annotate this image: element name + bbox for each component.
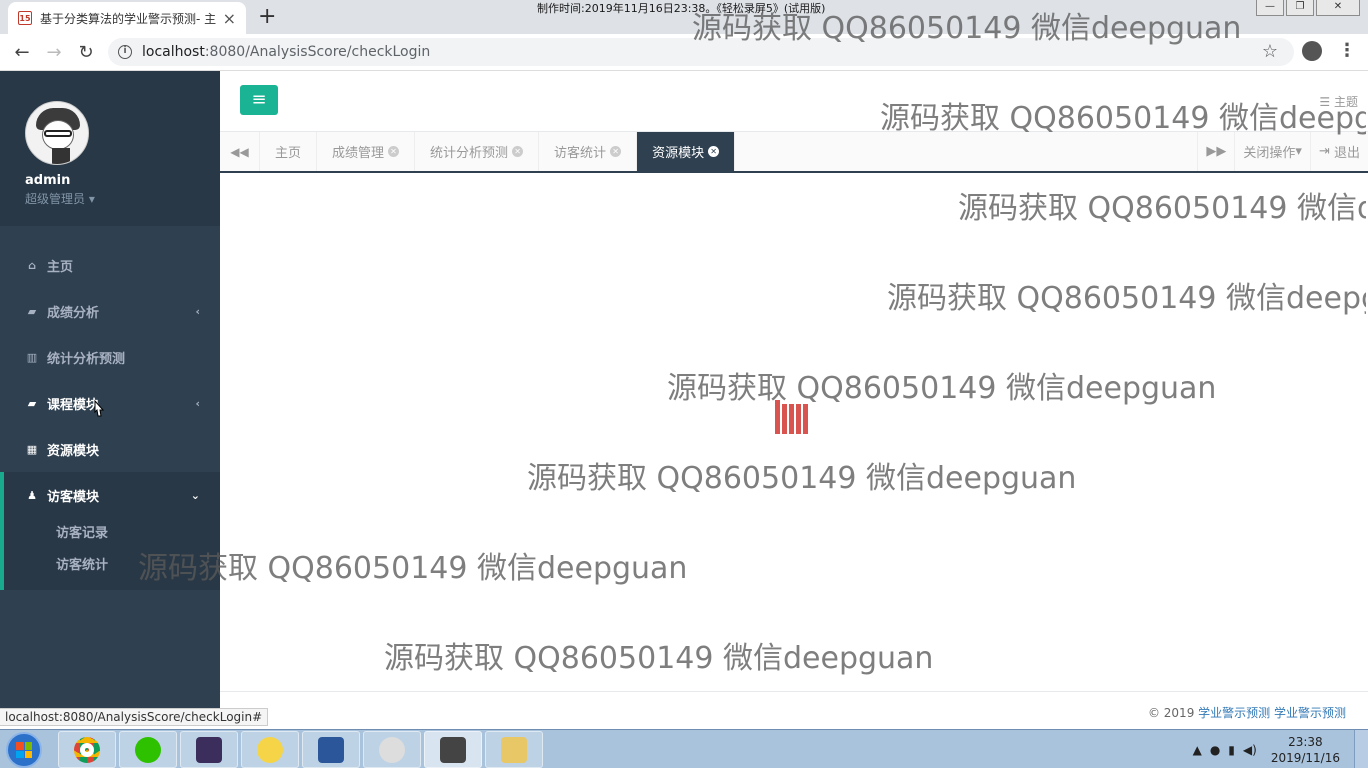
browser-menu-icon[interactable]: ⋮ xyxy=(1338,40,1356,61)
volume-icon[interactable]: ◀) xyxy=(1243,743,1257,757)
sidebar-item-score-analysis[interactable]: ▰ 成绩分析 ‹ xyxy=(0,288,220,334)
windows-logo-icon xyxy=(16,742,32,758)
mouse-cursor-icon xyxy=(94,400,104,417)
info-icon[interactable]: i xyxy=(118,45,132,59)
book-icon: ▰ xyxy=(27,304,37,318)
sidebar-group-visitor: ♟ 访客模块 ⌄ 访客记录 访客统计 xyxy=(0,472,220,590)
back-arrow-icon[interactable]: ← xyxy=(6,42,38,63)
submenu-item-visitor-stats[interactable]: 访客统计 xyxy=(4,550,220,582)
show-hidden-icons-icon[interactable]: ▲ xyxy=(1193,743,1202,757)
page-tab-resources[interactable]: 资源模块 ✕ xyxy=(637,132,736,171)
sidebar-item-label: 成绩分析 xyxy=(47,305,100,321)
footer-link-1[interactable]: 学业警示预测 xyxy=(1198,706,1270,720)
loading-spinner xyxy=(775,400,808,434)
sidebar-item-statistics[interactable]: ▥ 统计分析预测 xyxy=(0,334,220,380)
account-icon[interactable] xyxy=(1302,41,1322,61)
sidebar-item-home[interactable]: ⌂ 主页 xyxy=(0,242,220,288)
home-icon: ⌂ xyxy=(28,258,36,272)
hamburger-menu-button[interactable]: ≡ xyxy=(240,85,278,115)
map-icon[interactable] xyxy=(363,731,421,768)
wechat-icon[interactable] xyxy=(119,731,177,768)
forward-arrow-icon[interactable]: → xyxy=(38,42,70,63)
paint-icon[interactable] xyxy=(241,731,299,768)
network-icon[interactable]: ▮ xyxy=(1228,743,1235,757)
minimize-button[interactable]: — xyxy=(1256,0,1284,16)
close-tab-icon[interactable]: ✕ xyxy=(512,146,524,157)
qq-icon[interactable]: ● xyxy=(1210,743,1220,757)
table-icon: ▦ xyxy=(26,442,38,456)
logout-button[interactable]: ⇥ 退出 xyxy=(1309,132,1368,171)
chevron-left-icon: ‹ xyxy=(195,304,200,318)
footer: © 2019 学业警示预测 学业警示预测 xyxy=(220,691,1368,729)
tab-close-icon[interactable]: × xyxy=(223,9,236,28)
footer-link-2[interactable]: 学业警示预测 xyxy=(1274,706,1346,720)
content-frame xyxy=(220,174,1368,690)
watermark-text: 源码获取 QQ86050149 微信deepguan xyxy=(887,281,1366,315)
browser-tab[interactable]: 15 基于分类算法的学业警示预测- 主 × xyxy=(8,2,246,34)
bar-chart-icon: ▥ xyxy=(26,350,38,364)
avatar[interactable] xyxy=(25,101,89,165)
role-dropdown[interactable]: 超级管理员 ▾ xyxy=(25,190,220,207)
window-controls: — ❐ ✕ xyxy=(1256,0,1360,16)
calendar-favicon-icon: 15 xyxy=(18,11,32,25)
bookmark-star-icon[interactable]: ☆ xyxy=(1262,41,1278,62)
sidebar: admin 超级管理员 ▾ ⌂ 主页 ▰ 成绩分析 ‹ ▥ 统计分析预测 ▰ 课… xyxy=(0,71,220,709)
recorder-icon[interactable] xyxy=(424,731,482,768)
window-close-button[interactable]: ✕ xyxy=(1316,0,1360,16)
new-tab-button[interactable]: + xyxy=(258,4,276,29)
close-operations-dropdown[interactable]: 关闭操作 ▾ xyxy=(1234,132,1310,171)
close-tab-icon[interactable]: ✕ xyxy=(610,146,622,157)
sidebar-item-resources[interactable]: ▦ 资源模块 xyxy=(0,426,220,472)
logout-icon: ⇥ xyxy=(1318,144,1334,159)
chevron-left-icon: ‹ xyxy=(195,396,200,410)
page-tab-home[interactable]: 主页 xyxy=(260,132,318,171)
chrome-icon[interactable] xyxy=(58,731,116,768)
windows-taskbar: ▲ ● ▮ ◀) 23:38 2019/11/16 xyxy=(0,729,1368,768)
recording-caption: 制作时间:2019年11月16日23:38。《轻松录屏5》(试用版) xyxy=(537,2,826,15)
show-desktop-button[interactable] xyxy=(1354,730,1368,768)
chevron-down-icon: ⌄ xyxy=(190,488,200,502)
close-tab-icon[interactable]: ✕ xyxy=(708,146,720,157)
page-tabs-bar: ◀◀ 主页 成绩管理 ✕ 统计分析预测 ✕ 访客统计 ✕ 资源模块 ✕ ▶▶ 关闭操作 ▾… xyxy=(220,132,1368,173)
page-tab-statistics[interactable]: 统计分析预测 ✕ xyxy=(415,132,540,171)
scroll-tabs-right-button[interactable]: ▶▶ xyxy=(1197,132,1234,171)
word-icon[interactable] xyxy=(302,731,360,768)
sidebar-item-label: 统计分析预测 xyxy=(47,351,126,367)
browser-toolbar: ← → ↻ i localhost:8080/AnalysisScore/che… xyxy=(0,34,1368,71)
scroll-tabs-left-button[interactable]: ◀◀ xyxy=(220,132,260,171)
explorer-icon[interactable] xyxy=(485,731,543,768)
url-text: localhost:8080/AnalysisScore/checkLogin xyxy=(142,44,431,60)
username: admin xyxy=(25,173,71,188)
visitor-submenu: 访客记录 访客统计 xyxy=(4,518,220,590)
reload-icon[interactable]: ↻ xyxy=(70,42,102,63)
javaee-ide-icon[interactable] xyxy=(180,731,238,768)
user-icon: ♟ xyxy=(27,488,37,502)
user-profile: admin 超级管理员 ▾ xyxy=(0,71,220,226)
sidebar-item-visitor[interactable]: ♟ 访客模块 ⌄ xyxy=(4,472,220,518)
page-tab-score-management[interactable]: 成绩管理 ✕ xyxy=(317,132,416,171)
start-button[interactable] xyxy=(6,732,42,768)
book-icon: ▰ xyxy=(27,396,37,410)
sidebar-item-label: 访客模块 xyxy=(47,489,100,505)
page-tab-visitor-stats[interactable]: 访客统计 ✕ xyxy=(539,132,638,171)
status-bar-url: localhost:8080/AnalysisScore/checkLogin# xyxy=(0,708,269,726)
restore-button[interactable]: ❐ xyxy=(1286,0,1314,16)
browser-tabstrip: 15 基于分类算法的学业警示预测- 主 × + 制作时间:2019年11月16日… xyxy=(0,0,1368,34)
watermark-text: 源码获取 QQ86050149 微信deepguan xyxy=(880,101,1366,135)
system-tray: ▲ ● ▮ ◀) 23:38 2019/11/16 xyxy=(1193,730,1368,768)
address-bar[interactable]: i localhost:8080/AnalysisScore/checkLogi… xyxy=(108,38,1294,66)
sidebar-item-course[interactable]: ▰ 课程模块 ‹ xyxy=(0,380,220,426)
sidebar-menu: ⌂ 主页 ▰ 成绩分析 ‹ ▥ 统计分析预测 ▰ 课程模块 ‹ ▦ 资源模块 xyxy=(0,242,220,472)
sidebar-item-label: 资源模块 xyxy=(47,443,100,459)
taskbar-apps xyxy=(58,731,543,768)
clock[interactable]: 23:38 2019/11/16 xyxy=(1271,734,1340,766)
submenu-item-visitor-records[interactable]: 访客记录 xyxy=(4,518,220,550)
watermark-text: 源码获取 QQ86050149 微信deepguan xyxy=(958,191,1366,225)
tab-actions: ▶▶ 关闭操作 ▾ ⇥ 退出 xyxy=(1197,132,1368,171)
browser-tab-title: 基于分类算法的学业警示预测- 主 xyxy=(40,11,217,26)
sidebar-item-label: 主页 xyxy=(47,259,74,275)
close-tab-icon[interactable]: ✕ xyxy=(388,146,400,157)
